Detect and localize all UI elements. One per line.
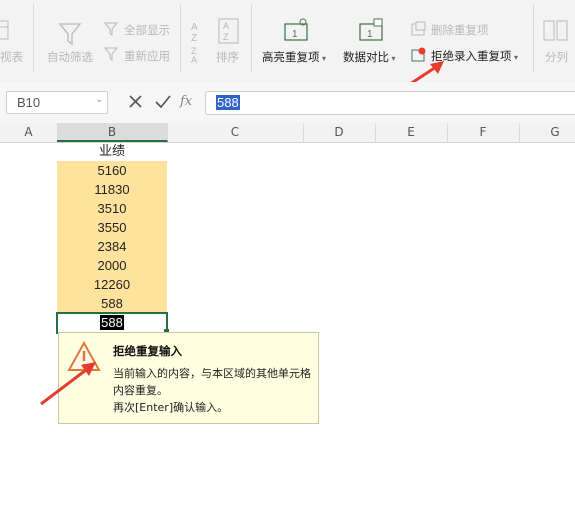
highlight-duplicates-icon: 1 — [284, 18, 310, 45]
function-icon[interactable]: fx — [180, 94, 192, 109]
svg-text:A: A — [191, 22, 198, 33]
separator — [180, 4, 181, 72]
column-header[interactable]: G — [519, 123, 575, 142]
tooltip-line: 再次[Enter]确认输入。 — [113, 401, 229, 414]
separator — [33, 4, 34, 72]
column-header[interactable]: F — [447, 123, 520, 142]
column-header[interactable]: D — [303, 123, 376, 142]
tooltip-title: 拒绝重复输入 — [113, 344, 182, 358]
data-cell[interactable]: 588 — [57, 294, 167, 313]
active-cell[interactable]: 588 — [56, 312, 168, 334]
split-columns-icon — [543, 20, 569, 45]
filter-icon — [58, 22, 82, 49]
data-cell[interactable]: 2384 — [57, 237, 167, 256]
svg-text:Z: Z — [191, 33, 197, 44]
reapply-icon — [103, 46, 120, 65]
data-cell[interactable]: 3510 — [57, 199, 167, 218]
sort-button[interactable]: 排序 — [216, 49, 239, 65]
column-headers: A B C D E F G — [0, 123, 575, 143]
chevron-down-icon[interactable]: ⌄ — [95, 95, 103, 105]
data-cell[interactable]: 5160 — [57, 161, 167, 180]
tooltip-message: 当前输入的内容，与本区域的其他单元格内容重复。 再次[Enter]确认输入。 — [113, 365, 318, 416]
column-header[interactable]: E — [375, 123, 448, 142]
pivot-table-icon — [0, 20, 10, 45]
highlight-duplicates-button[interactable]: 高亮重复项 ▾ — [262, 49, 326, 65]
data-cell[interactable]: 2000 — [57, 256, 167, 275]
svg-text:A: A — [223, 21, 229, 31]
cancel-icon[interactable] — [128, 94, 144, 113]
column-header[interactable]: B — [57, 123, 168, 142]
show-all-button[interactable]: 全部显示 — [124, 22, 170, 38]
svg-text:Z: Z — [223, 32, 229, 42]
reapply-button[interactable]: 重新应用 — [124, 48, 170, 64]
header-cell[interactable]: 业绩 — [57, 142, 167, 161]
dropdown-arrow-icon: ▾ — [389, 54, 396, 63]
column-header[interactable]: C — [167, 123, 304, 142]
cell-reference: B10 — [17, 95, 41, 110]
separator — [533, 4, 534, 72]
data-compare-button[interactable]: 数据对比 ▾ — [343, 49, 396, 65]
pivot-table-button[interactable]: 视表 — [0, 49, 23, 65]
data-compare-label: 数据对比 — [343, 50, 389, 64]
svg-text:1: 1 — [367, 29, 373, 40]
name-box[interactable]: B10 ⌄ — [6, 91, 108, 114]
confirm-icon[interactable] — [154, 94, 172, 113]
formula-value: 588 — [216, 95, 240, 110]
highlight-duplicates-label: 高亮重复项 — [262, 50, 320, 64]
separator — [251, 4, 252, 72]
auto-filter-button[interactable]: 自动筛选 — [47, 49, 93, 65]
formula-input[interactable]: 588 — [205, 91, 575, 115]
delete-duplicates-button[interactable]: 删除重复项 — [431, 22, 489, 38]
svg-text:1: 1 — [292, 29, 298, 40]
formula-bar: B10 ⌄ fx 588 — [0, 82, 575, 124]
data-cell[interactable]: 3550 — [57, 218, 167, 237]
data-cell[interactable]: 12260 — [57, 275, 167, 294]
sort-icon: AZ — [218, 18, 240, 47]
delete-duplicates-icon — [411, 21, 427, 40]
dropdown-arrow-icon: ▾ — [319, 54, 327, 63]
svg-text:A: A — [191, 55, 197, 64]
sort-asc-icon: AZ — [190, 20, 204, 47]
sort-desc-icon: ZA — [190, 46, 204, 67]
show-all-icon — [103, 21, 120, 40]
column-header[interactable]: A — [0, 123, 58, 142]
tooltip-line: 当前输入的内容，与本区域的其他单元格内容重复。 — [113, 367, 311, 397]
data-compare-icon: 1 — [359, 18, 385, 45]
dropdown-arrow-icon: ▾ — [511, 53, 519, 62]
ribbon-toolbar: 视表 自动筛选 全部显示 重新应用 AZ AZ ZA 排序 1 高亮重复项 ▾ … — [0, 0, 575, 83]
data-cell[interactable]: 11830 — [57, 180, 167, 199]
active-cell-value: 588 — [100, 315, 124, 330]
split-columns-button[interactable]: 分列 — [545, 49, 568, 65]
annotation-arrow-tooltip — [40, 362, 96, 406]
